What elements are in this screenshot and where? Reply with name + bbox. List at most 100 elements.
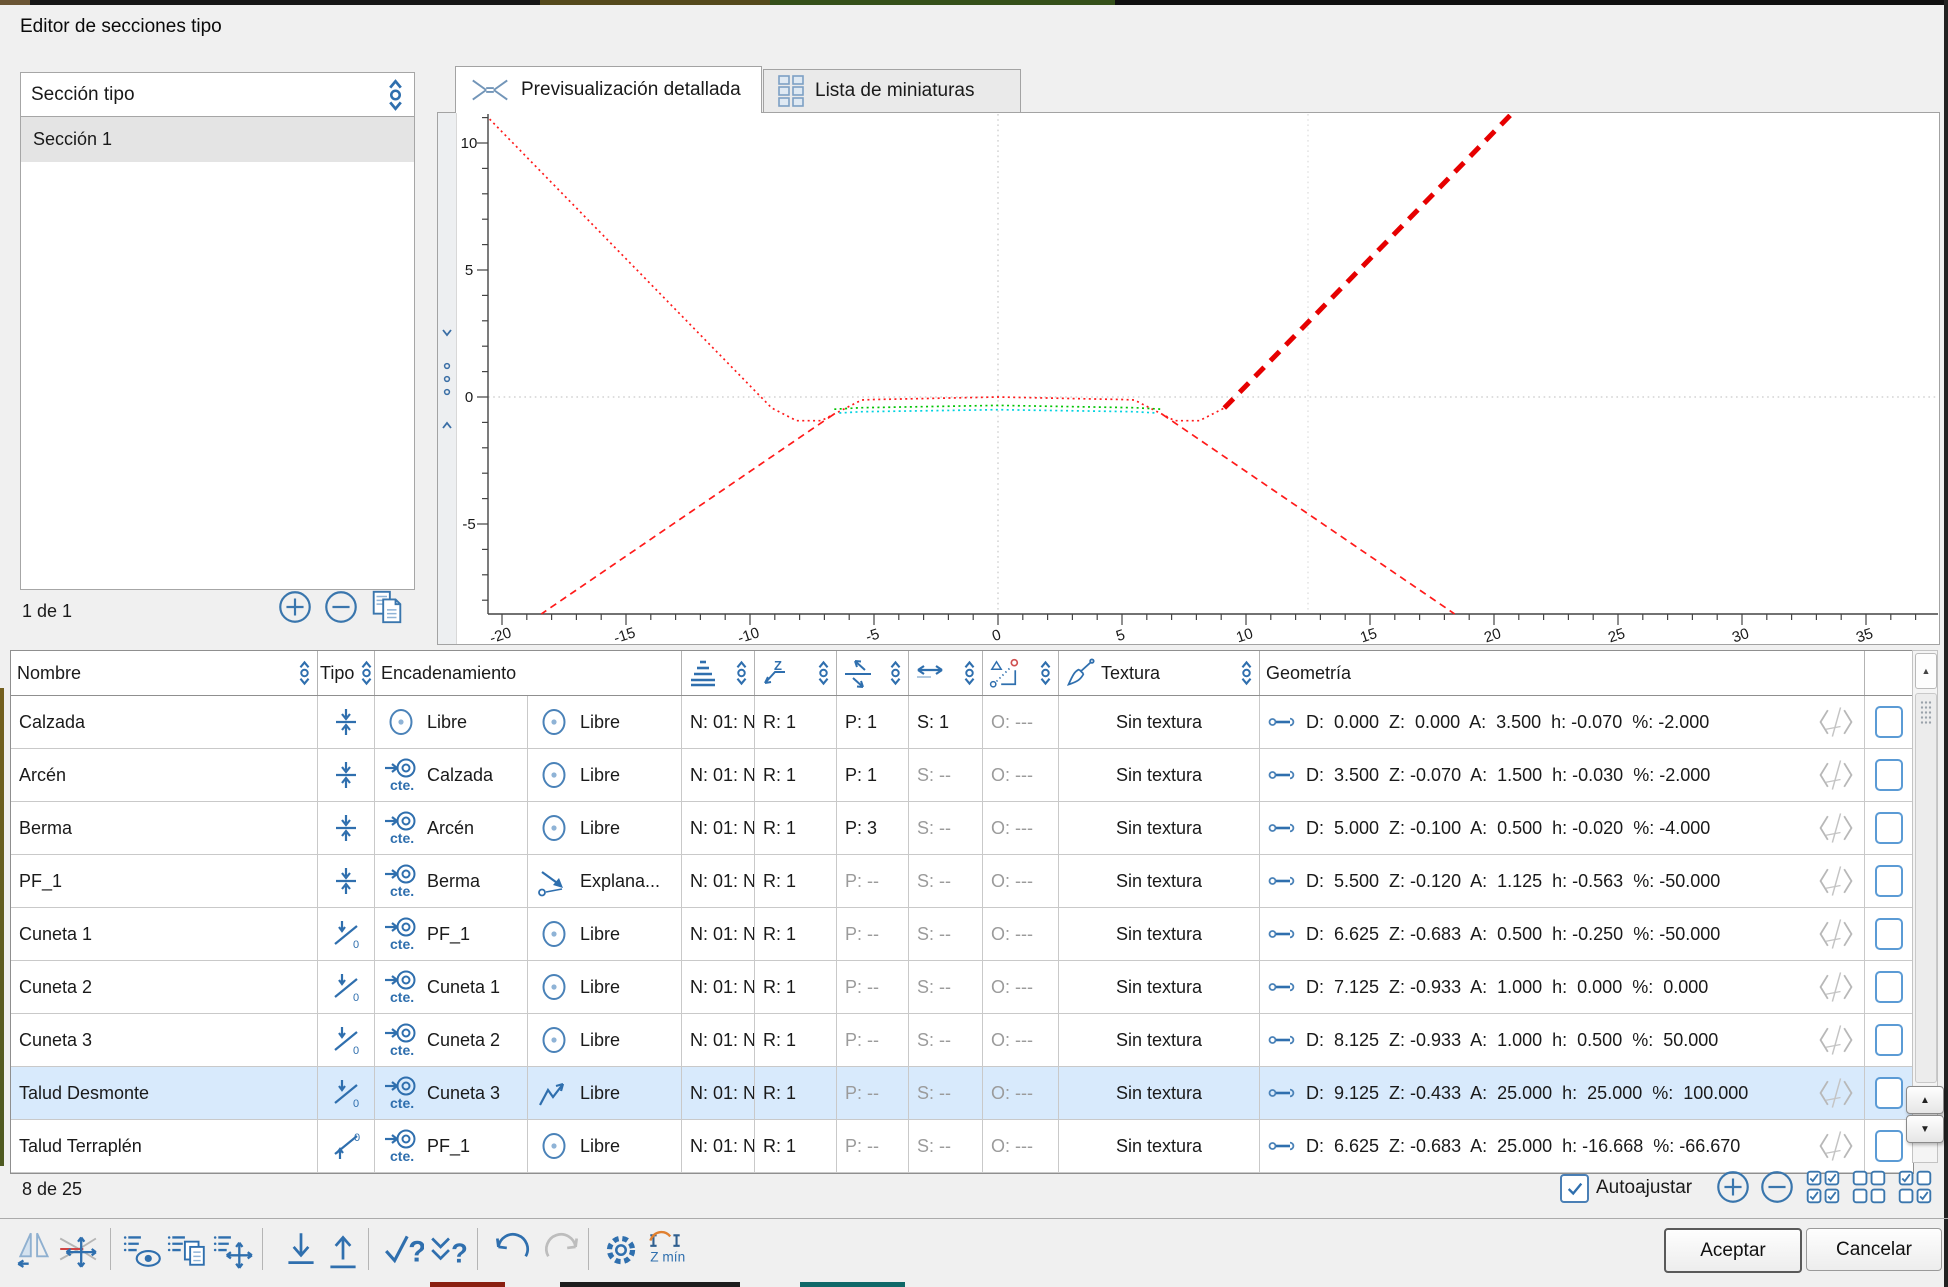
cell-textura[interactable]: Sin textura [1059, 1120, 1260, 1172]
cell-encadenamiento-2[interactable]: Libre [528, 749, 682, 801]
cell-n[interactable]: N: 01: N [682, 1120, 755, 1172]
column-header-z[interactable] [755, 651, 837, 695]
cell-o[interactable]: O: --- [983, 855, 1059, 907]
cell-p[interactable]: P: -- [837, 908, 909, 960]
cell-s[interactable]: S: -- [909, 855, 983, 907]
column-header-elevation[interactable] [682, 651, 755, 695]
cell-textura[interactable]: Sin textura [1059, 1014, 1260, 1066]
table-row[interactable]: Talud Terraplén PF_1 Libre N: 01: N R: 1… [11, 1120, 1913, 1173]
row-checkbox[interactable] [1875, 865, 1903, 897]
cell-textura[interactable]: Sin textura [1059, 696, 1260, 748]
validate-all-icon[interactable] [428, 1226, 470, 1272]
column-header-tipo[interactable]: Tipo [318, 651, 375, 695]
table-row[interactable]: Calzada Libre Libre N: 01: N R: 1 P: 1 S… [11, 696, 1913, 749]
cell-s[interactable]: S: -- [909, 908, 983, 960]
row-checkbox[interactable] [1875, 918, 1903, 950]
cell-nombre[interactable]: PF_1 [11, 855, 318, 907]
cell-nombre[interactable]: Berma [11, 802, 318, 854]
cell-tipo[interactable] [318, 961, 375, 1013]
select-none-rows-button[interactable] [1852, 1170, 1886, 1204]
select-all-rows-button[interactable] [1806, 1170, 1840, 1204]
table-row[interactable]: PF_1 Berma Explana... N: 01: N R: 1 P: -… [11, 855, 1913, 908]
duplicate-section-button[interactable] [368, 588, 406, 626]
export-row-icon[interactable] [322, 1226, 364, 1272]
column-header-textura[interactable]: Textura [1059, 651, 1260, 695]
cell-encadenamiento-2[interactable]: Libre [528, 1067, 682, 1119]
cell-o[interactable]: O: --- [983, 1014, 1059, 1066]
cell-s[interactable]: S: -- [909, 1120, 983, 1172]
cell-r[interactable]: R: 1 [755, 961, 837, 1013]
cell-p[interactable]: P: 1 [837, 749, 909, 801]
cell-r[interactable]: R: 1 [755, 1120, 837, 1172]
accept-button[interactable]: Aceptar [1664, 1228, 1802, 1273]
cell-geometria[interactable]: D: 6.625 Z: -0.683 A: 25.000 h: -16.668 … [1260, 1120, 1865, 1172]
cell-tipo[interactable] [318, 855, 375, 907]
list-move-icon[interactable] [212, 1226, 254, 1272]
cell-n[interactable]: N: 01: N [682, 908, 755, 960]
cell-o[interactable]: O: --- [983, 1067, 1059, 1119]
table-row[interactable]: Cuneta 3 Cuneta 2 Libre N: 01: N R: 1 P:… [11, 1014, 1913, 1067]
cell-p[interactable]: P: -- [837, 961, 909, 1013]
cell-p[interactable]: P: -- [837, 855, 909, 907]
tab-previsualizacion-detallada[interactable]: Previsualización detallada [455, 66, 762, 113]
section-preview-chart[interactable]: -20-15-10-5051015202530351050-5 [457, 114, 1939, 643]
settings-gear-icon[interactable] [600, 1226, 642, 1272]
move-section-icon[interactable] [56, 1226, 98, 1272]
cell-encadenamiento-2[interactable]: Libre [528, 908, 682, 960]
cell-geometria[interactable]: D: 3.500 Z: -0.070 A: 1.500 h: -0.030 %:… [1260, 749, 1865, 801]
cell-nombre[interactable]: Cuneta 3 [11, 1014, 318, 1066]
cell-geometria[interactable]: D: 7.125 Z: -0.933 A: 1.000 h: 0.000 %: … [1260, 961, 1865, 1013]
add-section-button[interactable] [276, 588, 314, 626]
cell-encadenamiento-1[interactable]: PF_1 [375, 1120, 528, 1172]
scrollbar-thumb[interactable] [1915, 693, 1937, 1083]
table-row[interactable]: Talud Desmonte Cuneta 3 Libre N: 01: N R… [11, 1067, 1913, 1120]
cancel-button[interactable]: Cancelar [1806, 1228, 1942, 1271]
table-row[interactable]: Cuneta 1 PF_1 Libre N: 01: N R: 1 P: -- … [11, 908, 1913, 961]
cell-r[interactable]: R: 1 [755, 1014, 837, 1066]
cell-r[interactable]: R: 1 [755, 855, 837, 907]
zoom-in-button[interactable] [1714, 1168, 1752, 1206]
import-row-icon[interactable] [280, 1226, 322, 1272]
cell-r[interactable]: R: 1 [755, 908, 837, 960]
cell-textura[interactable]: Sin textura [1059, 749, 1260, 801]
row-scroll-up-button[interactable]: ▲ [1906, 1086, 1944, 1114]
sort-icon[interactable] [387, 77, 404, 113]
cell-p[interactable]: P: -- [837, 1120, 909, 1172]
cell-encadenamiento-2[interactable]: Libre [528, 1120, 682, 1172]
invert-selection-button[interactable] [1898, 1170, 1932, 1204]
row-checkbox[interactable] [1875, 971, 1903, 1003]
sort-icon[interactable] [735, 659, 748, 687]
cell-encadenamiento-2[interactable]: Libre [528, 802, 682, 854]
cell-geometria[interactable]: D: 0.000 Z: 0.000 A: 3.500 h: -0.070 %: … [1260, 696, 1865, 748]
table-row[interactable]: Cuneta 2 Cuneta 1 Libre N: 01: N R: 1 P:… [11, 961, 1913, 1014]
cell-encadenamiento-1[interactable]: Berma [375, 855, 528, 907]
column-header-ancho[interactable] [909, 651, 983, 695]
sort-icon[interactable] [298, 659, 311, 687]
row-checkbox[interactable] [1875, 1077, 1903, 1109]
cell-tipo[interactable] [318, 1120, 375, 1172]
cell-r[interactable]: R: 1 [755, 749, 837, 801]
row-checkbox[interactable] [1875, 1024, 1903, 1056]
cell-r[interactable]: R: 1 [755, 1067, 837, 1119]
cell-s[interactable]: S: -- [909, 961, 983, 1013]
cell-s[interactable]: S: -- [909, 1067, 983, 1119]
cell-tipo[interactable] [318, 1014, 375, 1066]
cell-encadenamiento-1[interactable]: Cuneta 1 [375, 961, 528, 1013]
cell-o[interactable]: O: --- [983, 802, 1059, 854]
cell-s[interactable]: S: -- [909, 802, 983, 854]
sort-icon[interactable] [1240, 659, 1253, 687]
row-checkbox[interactable] [1875, 812, 1903, 844]
cell-encadenamiento-1[interactable]: Cuneta 2 [375, 1014, 528, 1066]
list-copy-icon[interactable] [166, 1226, 208, 1272]
section-list-header[interactable]: Sección tipo [21, 73, 414, 117]
undo-icon[interactable] [490, 1226, 532, 1272]
sort-icon[interactable] [963, 659, 976, 687]
cell-n[interactable]: N: 01: N [682, 1067, 755, 1119]
cell-o[interactable]: O: --- [983, 749, 1059, 801]
splitter-handle[interactable] [438, 113, 457, 644]
tab-lista-de-miniaturas[interactable]: Lista de miniaturas [763, 69, 1021, 113]
column-header-offsets[interactable] [983, 651, 1059, 695]
cell-textura[interactable]: Sin textura [1059, 855, 1260, 907]
cell-nombre[interactable]: Calzada [11, 696, 318, 748]
cell-tipo[interactable] [318, 749, 375, 801]
